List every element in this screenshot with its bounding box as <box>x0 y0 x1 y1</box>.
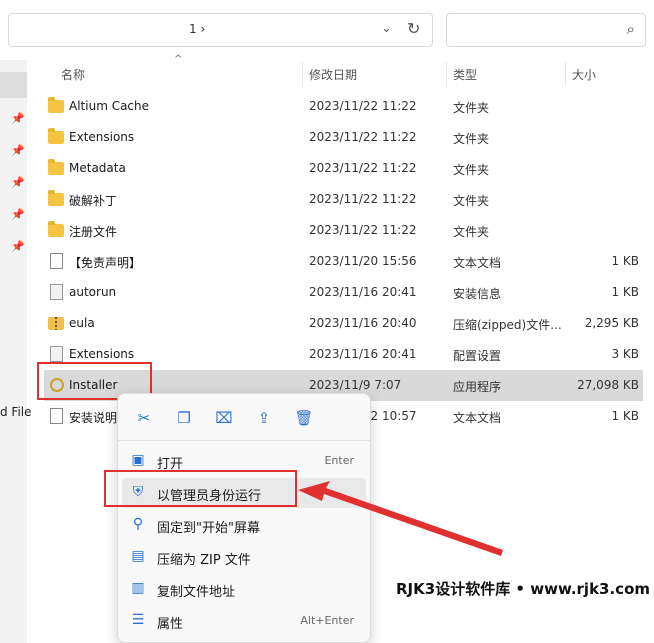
watermark-text: RJK3设计软件库 • www.rjk3.com <box>396 580 651 598</box>
arrow-shape <box>298 481 503 556</box>
annotation-arrow <box>298 481 503 556</box>
